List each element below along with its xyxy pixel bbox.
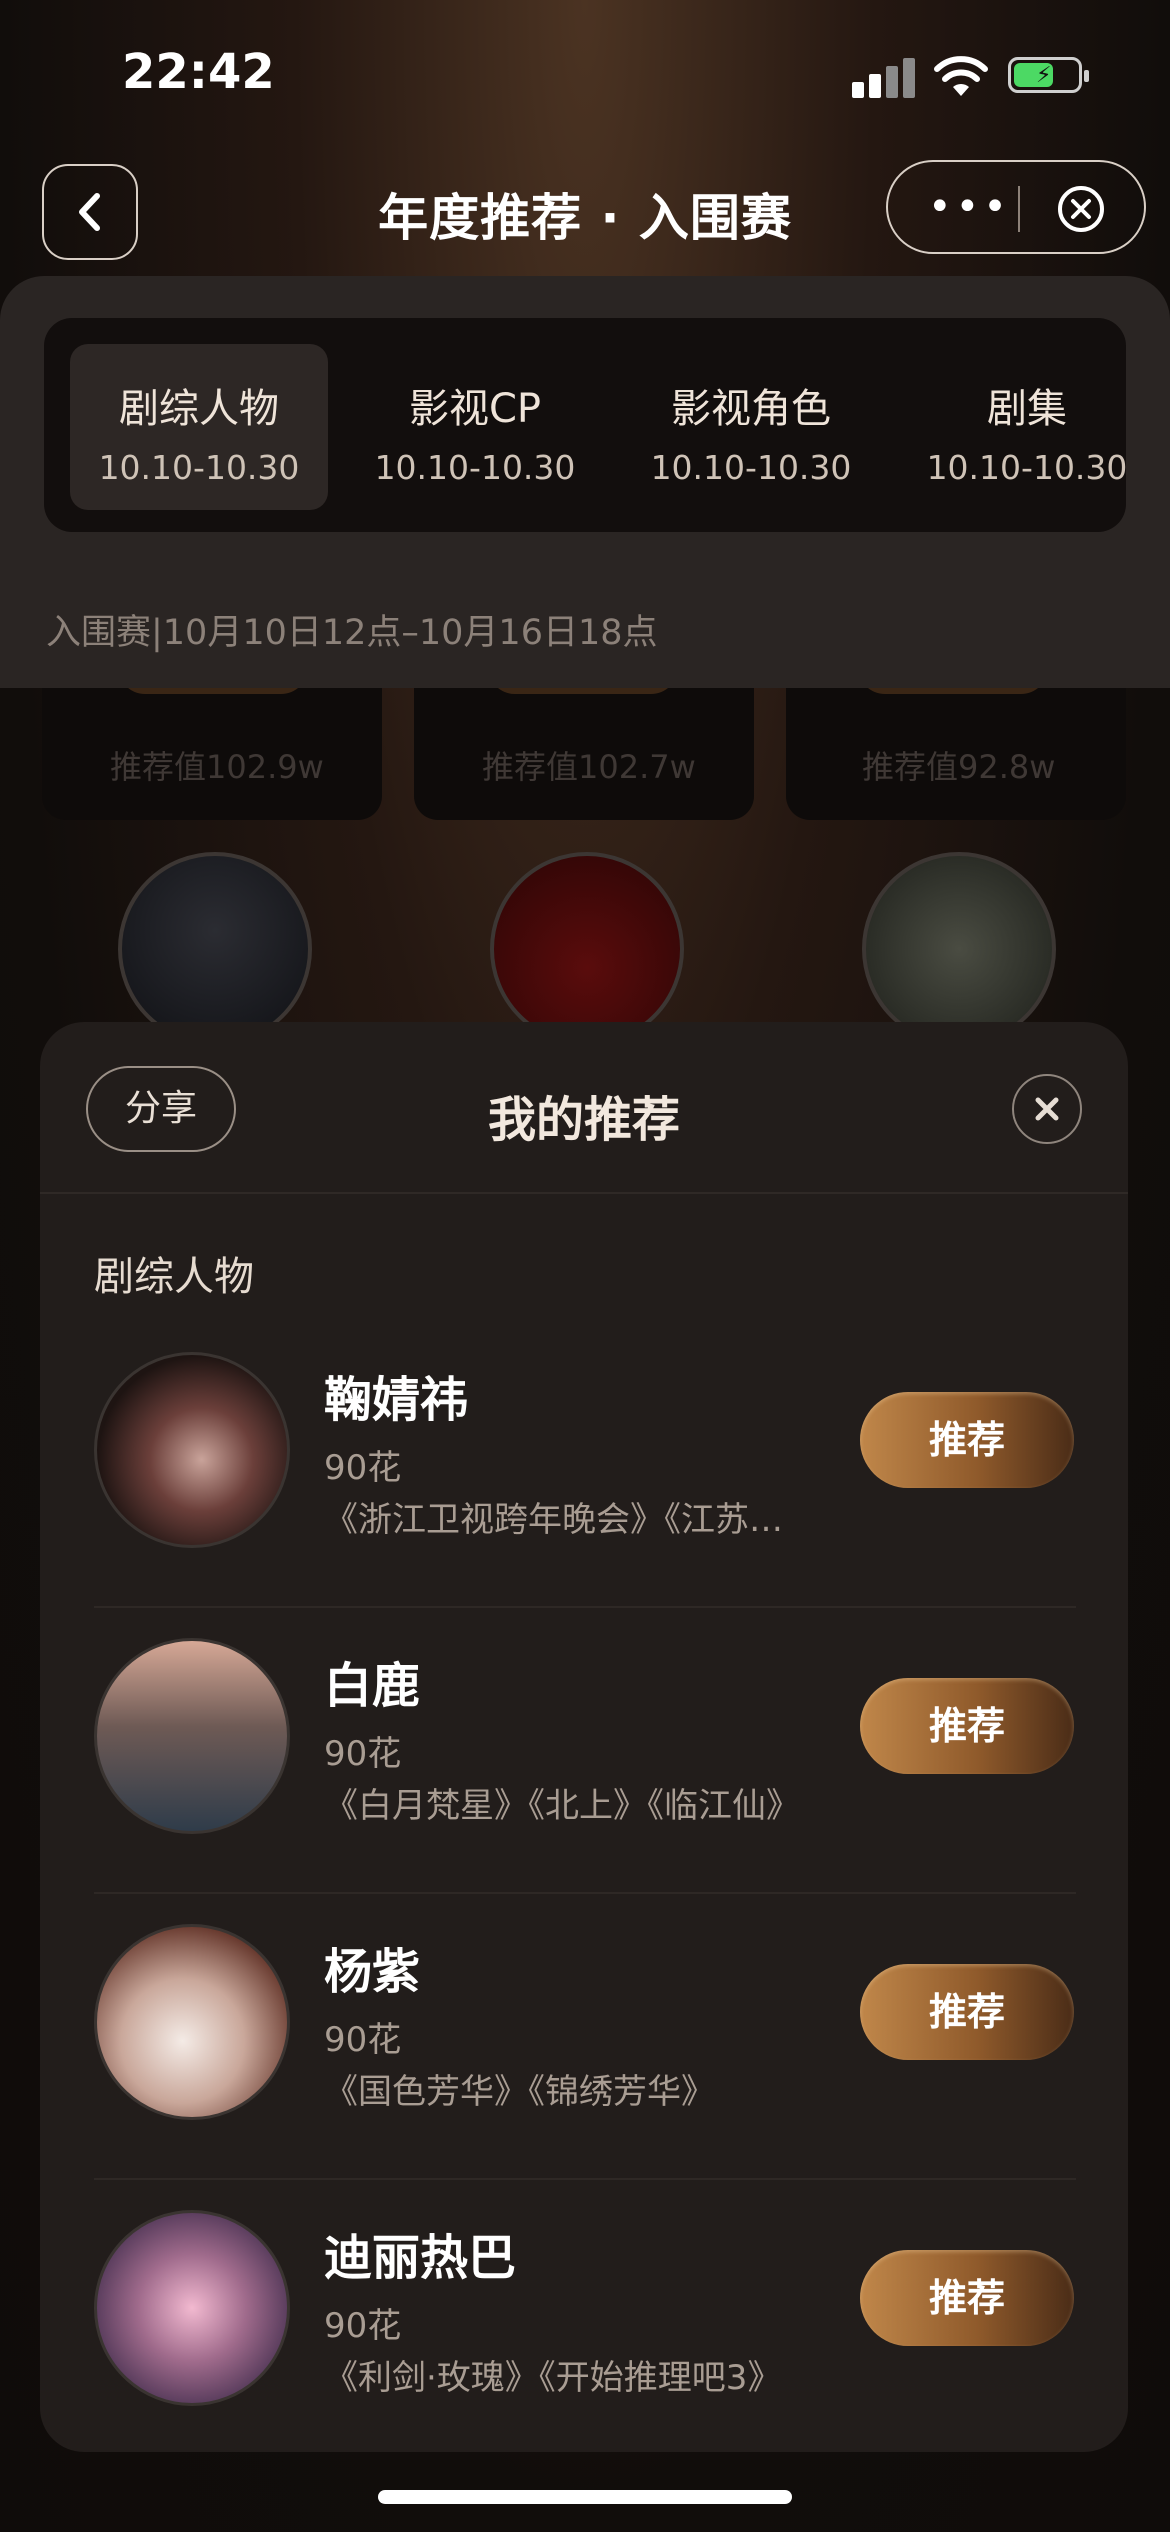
- tab-film-role[interactable]: 影视角色 10.10-10.30: [622, 344, 880, 510]
- list-item: 杨紫 90花 《国色芳华》《锦绣芳华》 推荐: [94, 1894, 1076, 2180]
- tab-series[interactable]: 剧集 10.10-10.30: [898, 344, 1126, 510]
- avatar[interactable]: [94, 2210, 290, 2406]
- category-tabs: 剧综人物 10.10-10.30 影视CP 10.10-10.30 影视角色 1…: [44, 318, 1126, 532]
- tab-label: 剧综人物: [119, 386, 279, 432]
- avatar[interactable]: [94, 1352, 290, 1548]
- avatar: [490, 852, 684, 1046]
- capsule-divider: [1018, 186, 1020, 232]
- recommend-score: 推荐值92.8w: [862, 748, 1056, 786]
- recommend-button[interactable]: 推荐: [860, 2250, 1074, 2346]
- more-icon[interactable]: •••: [928, 187, 1011, 227]
- divider: [40, 1192, 1128, 1194]
- wifi-icon: [934, 56, 988, 96]
- recommend-score: 推荐值102.9w: [110, 748, 324, 786]
- tab-label: 影视角色: [671, 386, 831, 432]
- page-background: 22:42 ⚡ 年度推荐 · 入围赛 ••• 推荐值102.9w 推荐值102.…: [0, 0, 1170, 2532]
- home-indicator[interactable]: [378, 2490, 792, 2504]
- person-tag: 90花: [324, 1734, 402, 1774]
- round-period: 入围赛|10月10日12点–10月16日18点: [46, 613, 658, 653]
- tab-label: 剧集: [987, 386, 1067, 432]
- tab-drama-person[interactable]: 剧综人物 10.10-10.30: [70, 344, 328, 510]
- avatar: [118, 852, 312, 1046]
- person-works: 《浙江卫视跨年晚会》《江苏卫视跨年演唱会》: [324, 1500, 814, 1540]
- tab-date: 10.10-10.30: [926, 448, 1126, 487]
- person-name: 杨紫: [324, 1944, 421, 2000]
- avatar[interactable]: [94, 1924, 290, 2120]
- recommend-score: 推荐值102.7w: [482, 748, 696, 786]
- person-tag: 90花: [324, 2020, 402, 2060]
- recommend-button[interactable]: 推荐: [860, 1964, 1074, 2060]
- person-tag: 90花: [324, 2306, 402, 2346]
- status-bar: 22:42 ⚡: [0, 0, 1170, 150]
- tab-date: 10.10-10.30: [374, 448, 576, 487]
- sheet-title: 我的推荐: [487, 1092, 680, 1148]
- person-tag: 90花: [324, 1448, 402, 1488]
- tab-date: 10.10-10.30: [98, 448, 300, 487]
- tab-film-cp[interactable]: 影视CP 10.10-10.30: [346, 344, 604, 510]
- cellular-signal-icon: [852, 58, 916, 98]
- person-name: 迪丽热巴: [324, 2230, 517, 2286]
- person-works: 《白月梵星》《北上》《临江仙》: [324, 1786, 800, 1826]
- sheet-close-button[interactable]: [1012, 1074, 1082, 1144]
- person-name: 白鹿: [324, 1658, 421, 1714]
- person-works: 《国色芳华》《锦绣芳华》: [324, 2072, 715, 2112]
- person-works: 《利剑·玫瑰》《开始推理吧3》: [324, 2358, 782, 2398]
- person-name: 鞠婧祎: [324, 1372, 469, 1428]
- close-icon: [1035, 1097, 1059, 1121]
- tab-label: 影视CP: [408, 386, 542, 432]
- battery-icon: ⚡: [1008, 57, 1089, 93]
- avatar[interactable]: [94, 1638, 290, 1834]
- list-item: 鞠婧祎 90花 《浙江卫视跨年晚会》《江苏卫视跨年演唱会》 推荐: [94, 1322, 1076, 1608]
- list-item: 迪丽热巴 90花 《利剑·玫瑰》《开始推理吧3》 推荐: [94, 2180, 1076, 2452]
- recommend-button[interactable]: 推荐: [860, 1392, 1074, 1488]
- recommend-button[interactable]: 推荐: [860, 1678, 1074, 1774]
- my-recommend-sheet: 分享 我的推荐 剧综人物 鞠婧祎 90花 《浙江卫视跨年晚会》《江苏卫视跨年演唱…: [40, 1022, 1128, 2452]
- avatar: [862, 852, 1056, 1046]
- status-time: 22:42: [122, 44, 275, 100]
- close-circle-icon[interactable]: [1056, 184, 1106, 234]
- section-label: 剧综人物: [94, 1254, 254, 1300]
- tab-date: 10.10-10.30: [650, 448, 852, 487]
- miniapp-capsule: •••: [886, 160, 1146, 254]
- list-item: 白鹿 90花 《白月梵星》《北上》《临江仙》 推荐: [94, 1608, 1076, 1894]
